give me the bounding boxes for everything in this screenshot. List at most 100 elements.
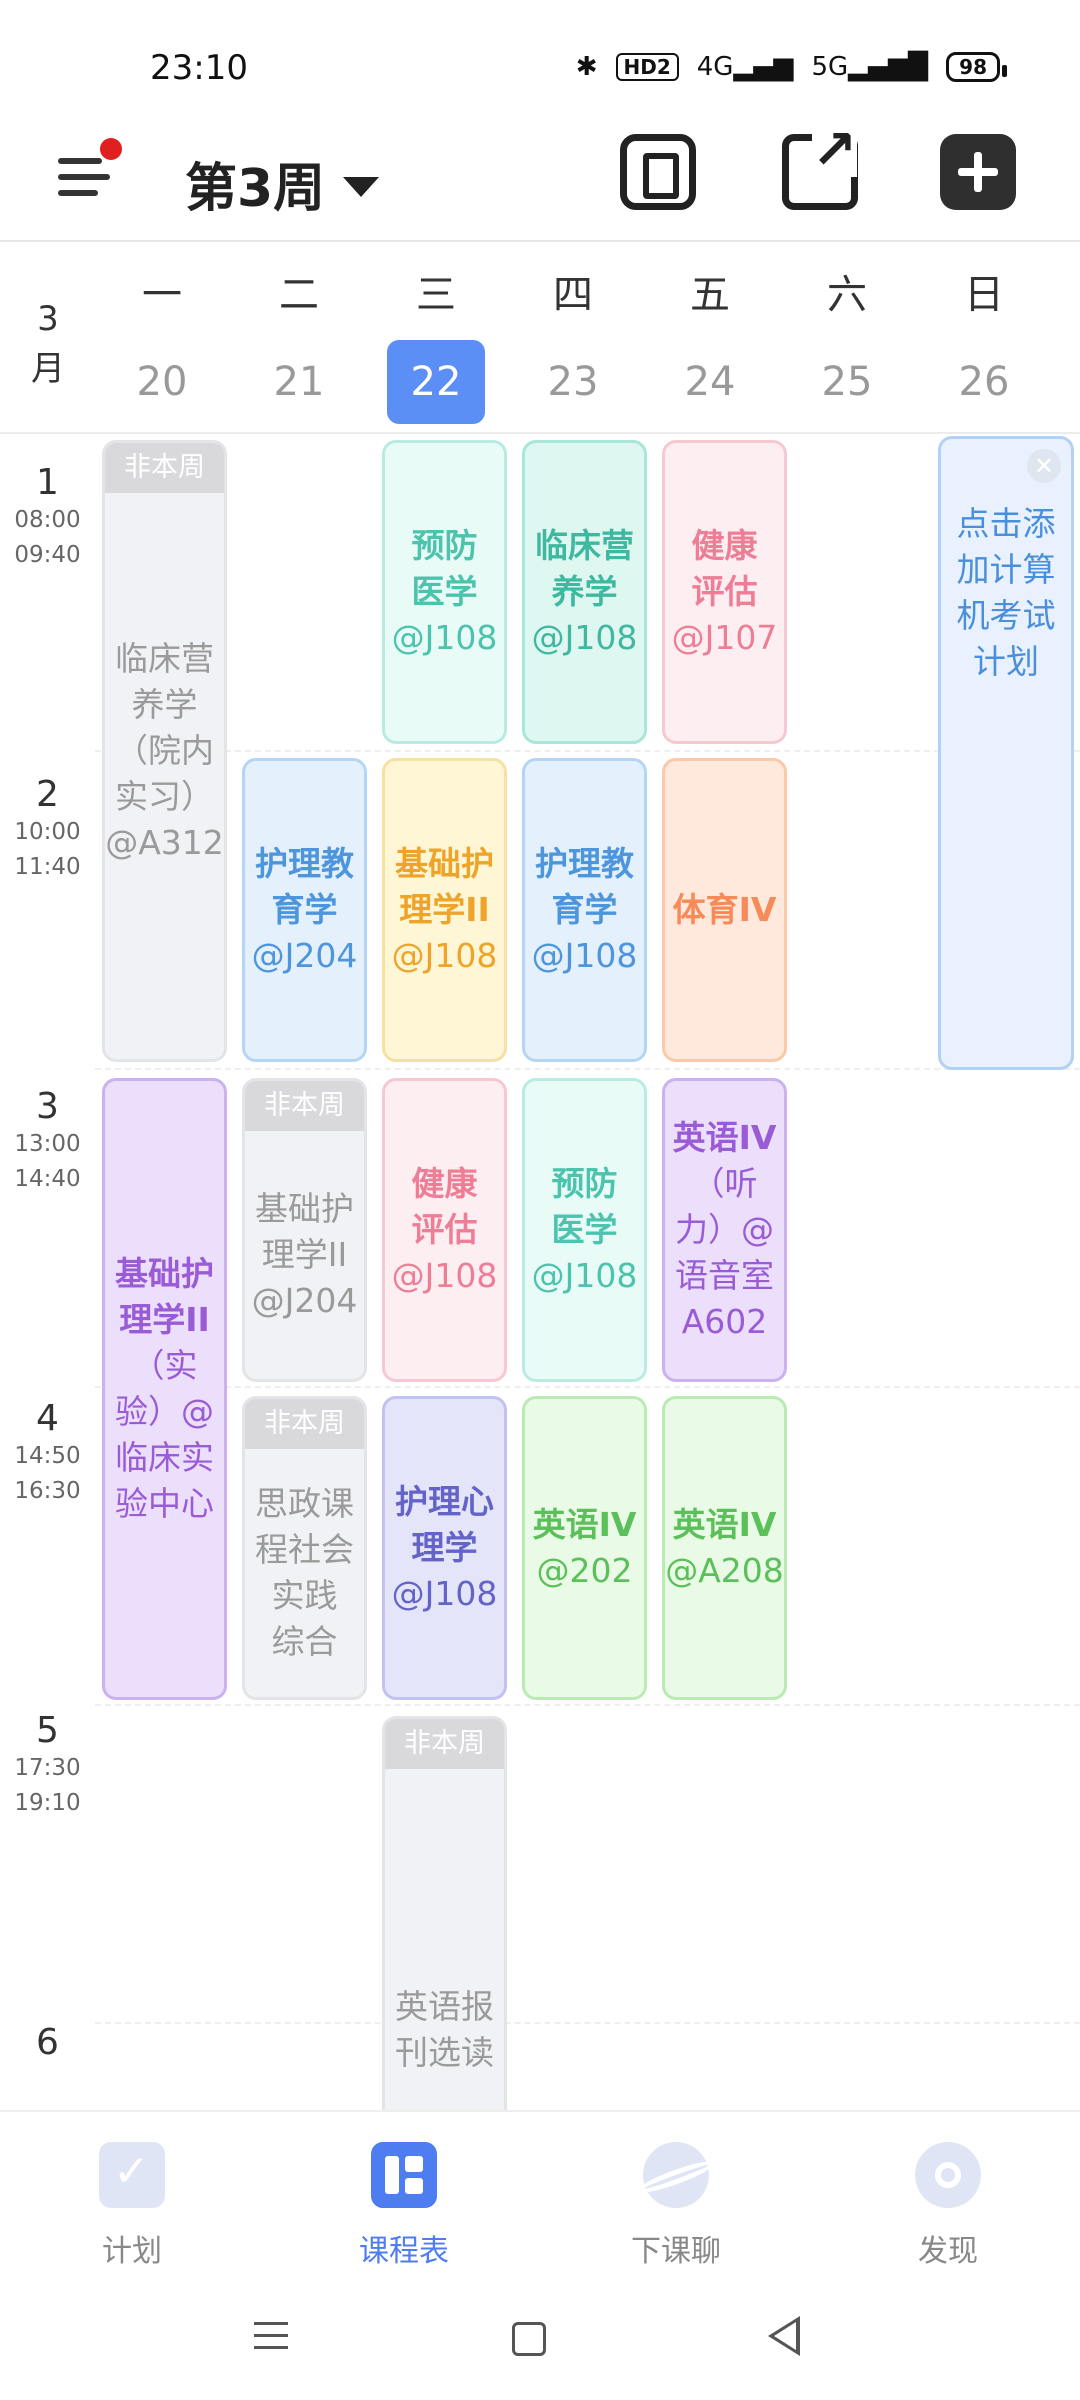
nav-label: 计划 [102,2234,162,2269]
week-day-header: 3 月 一 20 二 21 三 22 四 23 五 24 六 25 日 26 [0,242,1080,434]
battery-icon: 98 [946,52,1007,82]
slot-number: 2 [36,774,59,815]
course-room: @J204 [251,1281,358,1320]
day-date: 24 [684,359,736,405]
course-room: @202 [536,1551,633,1590]
slot-end: 09:40 [14,542,81,568]
time-slot-4: 4 14:50 16:30 [0,1398,95,1509]
close-icon[interactable]: ✕ [1027,449,1061,483]
course-title: 健康 [411,1164,478,1203]
course-line: （听 [691,1164,758,1203]
day-column-tue[interactable]: 二 21 [239,262,359,424]
time-slot-2: 2 10:00 11:40 [0,774,95,885]
course-line: 养学 [131,685,198,724]
add-course-button[interactable] [940,134,1016,210]
course-line: 刊选读 [395,2033,494,2072]
slot-divider [95,750,1080,752]
day-column-mon[interactable]: 一 20 [102,262,222,424]
course-card-fri-1[interactable]: 健康 评估 @J107 [662,440,787,744]
course-room: @J108 [391,1574,498,1613]
home-button[interactable] [512,2322,546,2356]
course-card-fri-4[interactable]: 英语IV @A208 [662,1396,787,1700]
course-card-mon-3[interactable]: 基础护 理学II （实 验）@ 临床实 验中心 [102,1078,227,1700]
course-card-thu-2[interactable]: 护理教 育学 @J108 [522,758,647,1062]
day-column-wed[interactable]: 三 22 [376,262,496,424]
course-title: 理学 [411,1528,478,1567]
back-button[interactable] [768,2316,800,2356]
day-date: 26 [958,359,1010,405]
day-date: 25 [821,359,873,405]
not-this-week-tag: 非本周 [385,1719,504,1769]
menu-icon [58,158,102,164]
slot-divider [95,1386,1080,1388]
week-title: 第3周 [185,159,326,219]
course-title: 医学 [411,572,478,611]
course-room: @A208 [665,1551,784,1590]
course-card-thu-1[interactable]: 临床营 养学 @J108 [522,440,647,744]
today-date: 22 [387,340,485,424]
time-slot-3: 3 13:00 14:40 [0,1086,95,1197]
caret-down-icon [343,176,380,197]
schedule-view-button[interactable] [620,134,696,210]
slot-number: 6 [36,2022,59,2063]
day-column-fri[interactable]: 五 24 [650,262,770,424]
day-date: 21 [273,359,325,405]
course-card-thu-4[interactable]: 英语IV @202 [522,1396,647,1700]
course-card-mon-1[interactable]: 非本周 临床营 养学 （院内 实习） @A312 [102,440,227,1062]
slot-end: 11:40 [14,854,81,880]
course-card-tue-4[interactable]: 非本周 思政课 程社会 实践 综合 [242,1396,367,1700]
hd-icon: HD2 [615,53,679,81]
not-this-week-tag: 非本周 [105,443,224,493]
day-column-sat[interactable]: 六 25 [787,262,907,424]
top-app-bar: 第3周 [0,120,1080,242]
course-title: 英语IV [532,1505,637,1544]
bluetooth-icon: ✱ [575,52,598,82]
share-button[interactable] [782,123,858,210]
nav-label: 课程表 [359,2234,449,2269]
slot-end: 19:10 [14,1790,81,1816]
planet-chat-icon [643,2142,709,2208]
course-card-tue-2[interactable]: 护理教 育学 @J204 [242,758,367,1062]
course-card-wed-5[interactable]: 非本周 英语报 刊选读 [382,1716,507,2116]
slot-start: 13:00 [14,1131,81,1157]
bottom-navigation: 计划 课程表 下课聊 发现 [0,2110,1080,2282]
menu-icon-line [58,190,98,196]
nav-chat[interactable]: 下课聊 [576,2142,776,2270]
day-name: 四 [553,272,593,318]
course-card-wed-4[interactable]: 护理心 理学 @J108 [382,1396,507,1700]
week-selector[interactable]: 第3周 [185,146,380,221]
nav-plan[interactable]: 计划 [32,2142,232,2270]
course-room: @J107 [671,618,778,657]
nav-schedule[interactable]: 课程表 [304,2142,504,2270]
course-card-fri-2[interactable]: 体育IV [662,758,787,1062]
course-card-wed-3[interactable]: 健康 评估 @J108 [382,1078,507,1382]
slot-end: 14:40 [14,1166,81,1192]
course-title: 护理教 [255,844,354,883]
course-card-fri-3[interactable]: 英语IV （听 力）@ 语音室 A602 [662,1078,787,1382]
course-card-thu-3[interactable]: 预防 医学 @J108 [522,1078,647,1382]
recent-apps-button[interactable] [250,2312,300,2362]
nav-discover[interactable]: 发现 [848,2142,1048,2270]
signal-5g-icon: 5G▂▄▆█ [811,52,929,82]
course-card-wed-2[interactable]: 基础护 理学II @J108 [382,758,507,1062]
course-title: 体育IV [672,890,777,929]
add-exam-plan-card[interactable]: ✕ 点击添 加计算 机考试 计划 [938,436,1074,1070]
slot-start: 17:30 [14,1755,81,1781]
plan-check-icon [99,2142,165,2208]
system-navigation-bar [0,2282,1080,2400]
exam-plan-line: 加计算 [956,550,1056,589]
course-line: 综合 [271,1622,338,1661]
notification-dot [100,138,122,160]
not-this-week-tag: 非本周 [245,1081,364,1131]
time-slot-6: 6 [0,2022,95,2063]
day-column-sun[interactable]: 日 26 [924,262,1044,424]
course-line: 理学II [119,1300,210,1339]
course-card-tue-3[interactable]: 非本周 基础护 理学II @J204 [242,1078,367,1382]
course-room: @J108 [531,1256,638,1295]
course-line: A602 [681,1302,768,1341]
course-line: 实践 [271,1576,338,1615]
course-card-wed-1[interactable]: 预防 医学 @J108 [382,440,507,744]
day-column-thu[interactable]: 四 23 [513,262,633,424]
menu-button[interactable] [52,138,122,208]
time-slot-5: 5 17:30 19:10 [0,1710,95,1821]
